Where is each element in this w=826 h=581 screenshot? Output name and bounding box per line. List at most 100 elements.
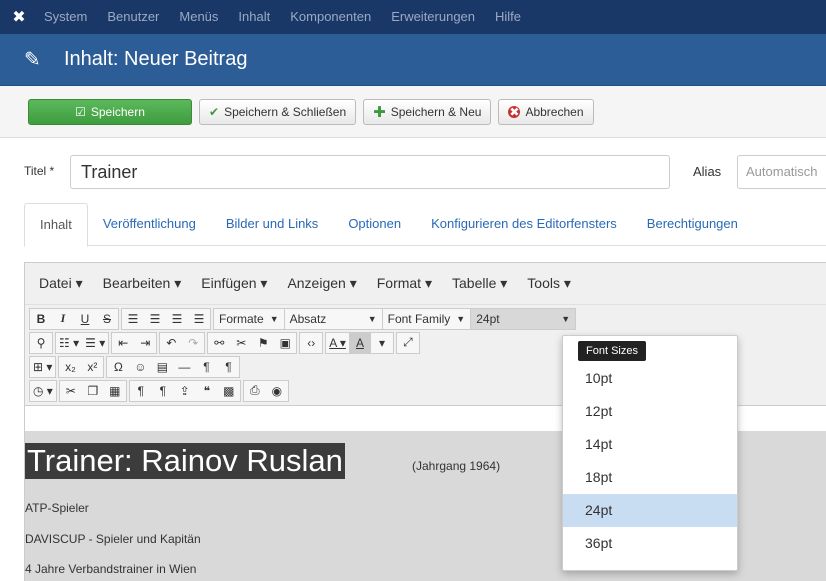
outdent-icon[interactable]: ⇤	[112, 333, 134, 353]
font-size-option-12pt[interactable]: 12pt	[563, 395, 737, 428]
image-icon[interactable]: ▣	[274, 333, 296, 353]
save-new-button[interactable]: ✚ Speichern & Neu	[363, 98, 492, 125]
main-menu: System Benutzer Menüs Inhalt Komponenten…	[34, 0, 531, 34]
subscript-icon[interactable]: x₂	[59, 357, 81, 377]
horizontal-rule-icon[interactable]: —	[173, 357, 195, 377]
ltr-icon[interactable]: ¶	[195, 357, 217, 377]
blockquote-icon[interactable]: ❝	[196, 381, 218, 401]
menu-inhalt[interactable]: Inhalt	[228, 0, 280, 34]
save-button[interactable]: ☑ Speichern	[28, 98, 192, 125]
print-icon[interactable]: ⎙	[244, 381, 266, 401]
font-size-option-18pt[interactable]: 18pt	[563, 461, 737, 494]
superscript-icon[interactable]: x²	[81, 357, 103, 377]
tab-optionen[interactable]: Optionen	[333, 203, 416, 245]
emoticon-icon[interactable]: ☺	[129, 357, 151, 377]
menu-einfuegen[interactable]: Einfügen ▾	[191, 275, 277, 292]
title-row: Titel * Trainer Alias Automatisch	[0, 152, 826, 192]
menu-datei[interactable]: Datei ▾	[29, 275, 93, 292]
align-center-icon[interactable]: ☰	[144, 309, 166, 329]
anchor-icon[interactable]: ⚑	[252, 333, 274, 353]
underline-icon[interactable]: U	[74, 309, 96, 329]
alias-input[interactable]: Automatisch	[737, 155, 826, 189]
font-size-select[interactable]: 24pt ▼	[471, 308, 576, 329]
title-input[interactable]: Trainer	[70, 155, 670, 189]
editor-menubar: Datei ▾ Bearbeiten ▾ Einfügen ▾ Anzeigen…	[25, 263, 826, 305]
cut-icon[interactable]: ✂	[60, 381, 82, 401]
text-color-icon[interactable]: A ▾	[326, 333, 349, 353]
checkmark-icon: ✔	[209, 104, 220, 119]
menu-tabelle[interactable]: Tabelle ▾	[442, 275, 517, 292]
font-size-option-14pt[interactable]: 14pt	[563, 428, 737, 461]
list-group: ☷ ▾ ☰ ▾	[55, 331, 110, 354]
menu-erweiterungen[interactable]: Erweiterungen	[381, 0, 485, 34]
menu-bearbeiten[interactable]: Bearbeiten ▾	[93, 275, 192, 292]
tab-berechtigungen[interactable]: Berechtigungen	[632, 203, 753, 245]
menu-komponenten[interactable]: Komponenten	[280, 0, 381, 34]
link-icon[interactable]: ⚯	[208, 333, 230, 353]
align-left-icon[interactable]: ☰	[122, 309, 144, 329]
page-header: ✎ Inhalt: Neuer Beitrag	[0, 34, 826, 86]
menu-anzeigen[interactable]: Anzeigen ▾	[277, 275, 366, 292]
block-select[interactable]: Absatz ▼	[285, 308, 383, 329]
code-icon[interactable]: ‹›	[300, 333, 322, 353]
content-line: ATP-Spieler	[25, 501, 89, 515]
clock-icon[interactable]: ◷ ▾	[30, 381, 56, 401]
menu-hilfe[interactable]: Hilfe	[485, 0, 531, 34]
undo-icon[interactable]: ↶	[160, 333, 182, 353]
save-close-button[interactable]: ✔ Speichern & Schließen	[199, 98, 357, 125]
font-size-option-24pt[interactable]: 24pt	[563, 494, 737, 527]
menu-format[interactable]: Format ▾	[367, 275, 442, 292]
font-family-select[interactable]: Font Family ▼	[383, 308, 472, 329]
paragraph-icon[interactable]: ¶	[130, 381, 152, 401]
paste-icon[interactable]: ▦	[104, 381, 126, 401]
caret-down-icon: ▼	[561, 313, 571, 324]
menu-benutzer[interactable]: Benutzer	[97, 0, 169, 34]
font-size-option-10pt[interactable]: 10pt	[563, 362, 737, 395]
formats-select[interactable]: Formate ▼	[214, 308, 285, 329]
copy-icon[interactable]: ❐	[82, 381, 104, 401]
cancel-button[interactable]: ✖ Abbrechen	[498, 98, 594, 125]
upload-icon[interactable]: ⇪	[174, 381, 196, 401]
misc-group: ¶ ¶ ⇪ ❝ ▩	[128, 379, 241, 402]
unlink-icon[interactable]: ✂	[230, 333, 252, 353]
media-icon[interactable]: ▤	[151, 357, 173, 377]
print-group: ⎙ ◉	[242, 379, 289, 402]
preview-icon[interactable]: ◉	[266, 381, 288, 401]
cancel-icon: ✖	[508, 104, 521, 119]
caret-down-icon[interactable]: ▾	[371, 333, 393, 353]
menu-system[interactable]: System	[34, 0, 97, 34]
content-heading: Trainer: Rainov Ruslan	[25, 443, 345, 479]
rtl-icon[interactable]: ¶	[217, 357, 239, 377]
caret-down-icon: ▼	[269, 313, 279, 324]
menu-tools[interactable]: Tools ▾	[517, 275, 581, 292]
script-group: x₂ x²	[58, 355, 105, 378]
table-icon[interactable]: ⊞ ▾	[30, 357, 55, 377]
joomla-logo-icon[interactable]: ✖	[4, 0, 34, 34]
link-group: ⚯ ✂ ⚑ ▣	[207, 331, 298, 354]
nonbreaking-icon[interactable]: ¶	[152, 381, 174, 401]
tab-inhalt[interactable]: Inhalt	[24, 203, 88, 247]
plus-icon: ✚	[373, 103, 386, 121]
template-icon[interactable]: ▩	[218, 381, 240, 401]
font-size-option-36pt[interactable]: 36pt	[563, 527, 737, 560]
fullscreen-icon[interactable]: ⤢	[397, 333, 419, 353]
indent-icon[interactable]: ⇥	[134, 333, 156, 353]
align-right-icon[interactable]: ☰	[166, 309, 188, 329]
strikethrough-icon[interactable]: S	[96, 309, 118, 329]
italic-icon[interactable]: I	[52, 309, 74, 329]
special-char-icon[interactable]: Ω	[107, 357, 129, 377]
bullet-list-icon[interactable]: ☷ ▾	[56, 333, 82, 353]
bold-icon[interactable]: B	[30, 309, 52, 329]
align-justify-icon[interactable]: ☰	[188, 309, 210, 329]
background-color-icon[interactable]: A	[348, 332, 371, 353]
binoculars-icon[interactable]: ⚲	[30, 333, 52, 353]
menu-menus[interactable]: Menüs	[169, 0, 228, 34]
redo-icon[interactable]: ↷	[182, 333, 204, 353]
align-group: ☰ ☰ ☰ ☰	[121, 307, 211, 330]
tab-bilder-und-links[interactable]: Bilder und Links	[211, 203, 334, 245]
numbered-list-icon[interactable]: ☰ ▾	[82, 333, 108, 353]
caret-down-icon: ▼	[456, 313, 466, 324]
tab-konfigurieren[interactable]: Konfigurieren des Editorfensters	[416, 203, 632, 245]
find-group: ⚲	[29, 331, 53, 354]
tab-veroeffentlichung[interactable]: Veröffentlichung	[88, 203, 211, 245]
